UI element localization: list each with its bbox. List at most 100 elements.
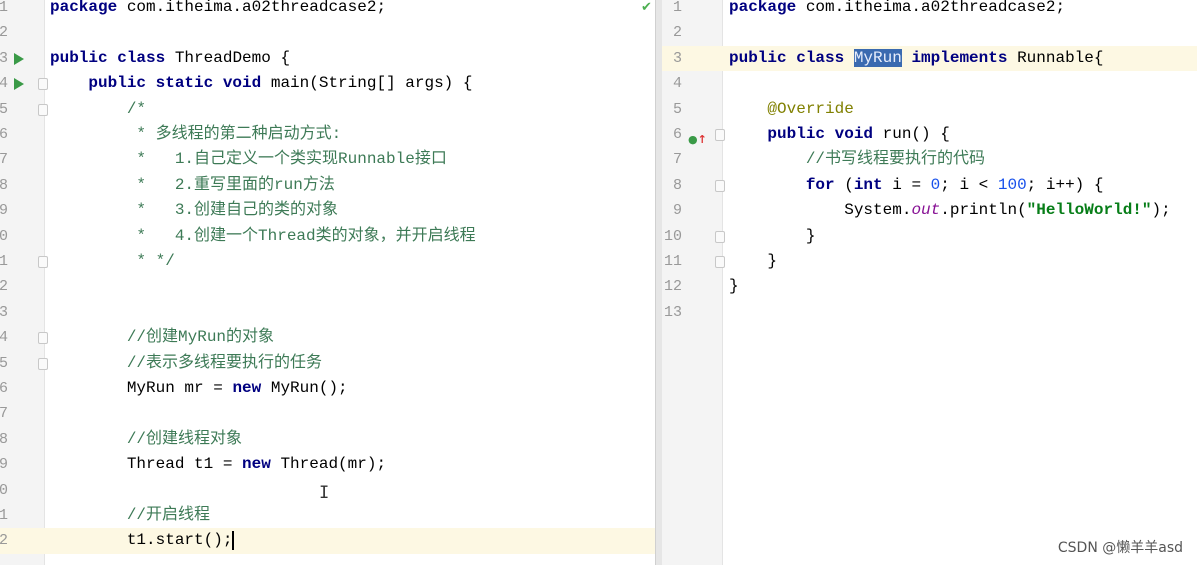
code-token: run() {	[882, 125, 950, 143]
code-line[interactable]: 2	[0, 20, 656, 45]
line-number: 11	[0, 253, 8, 270]
fold-marker-icon[interactable]	[38, 357, 48, 370]
code-line[interactable]: 16 MyRun mr = new MyRun();	[0, 376, 656, 401]
line-number: 20	[0, 481, 8, 499]
fold-marker-icon[interactable]	[38, 103, 48, 116]
code-text[interactable]: * 1.自己定义一个类实现Runnable接口	[50, 147, 446, 172]
code-line[interactable]: 18 //创建线程对象	[0, 427, 656, 452]
run-gutter-icon[interactable]	[14, 52, 24, 65]
code-line[interactable]: 3 public class MyRun implements Runnable{	[662, 45, 1197, 72]
code-text[interactable]: //创建线程对象	[50, 427, 242, 452]
line-number: 16	[0, 380, 8, 397]
code-text[interactable]: //表示多线程要执行的任务	[50, 351, 322, 376]
code-text[interactable]: * 3.创建自己的类的对象	[50, 198, 338, 223]
run-gutter-icon[interactable]	[14, 78, 24, 91]
code-text[interactable]: //创建MyRun的对象	[50, 325, 274, 350]
line-number: 3	[672, 49, 682, 67]
code-line[interactable]: 2	[662, 20, 1197, 45]
code-line[interactable]: 21 //开启线程	[0, 503, 656, 528]
code-text[interactable]: public class ThreadDemo {	[50, 46, 290, 71]
code-line[interactable]: 8 for (int i = 0; i < 100; i++) {	[662, 173, 1197, 198]
code-line[interactable]: 10 * 4.创建一个Thread类的对象，并开启线程	[0, 224, 656, 249]
code-line[interactable]: 9 * 3.创建自己的类的对象	[0, 198, 656, 223]
text-caret	[232, 530, 235, 550]
fold-marker-icon[interactable]	[38, 78, 48, 91]
code-text[interactable]: * 4.创建一个Thread类的对象，并开启线程	[50, 224, 476, 249]
code-line[interactable]: 8 * 2.重写里面的run方法	[0, 173, 656, 198]
code-text[interactable]: * 2.重写里面的run方法	[50, 173, 334, 198]
code-line[interactable]: 13	[0, 300, 656, 325]
fold-marker-icon[interactable]	[38, 256, 48, 268]
fold-marker-icon[interactable]	[715, 256, 725, 268]
code-text[interactable]: public static void main(String[] args) {	[50, 71, 472, 96]
code-token: package	[729, 0, 806, 16]
code-text[interactable]: }	[729, 224, 816, 249]
code-token: main(String[] args) {	[270, 74, 473, 93]
code-text[interactable]: }	[729, 274, 739, 299]
code-line[interactable]: 13	[662, 300, 1197, 325]
code-line[interactable]: 22 t1.start();	[0, 528, 656, 554]
code-token: out	[911, 201, 941, 220]
code-token: MyRun mr =	[50, 379, 233, 397]
fold-marker-icon[interactable]	[715, 129, 725, 141]
code-token: i =	[892, 175, 931, 194]
fold-marker-icon[interactable]	[715, 230, 725, 243]
code-line[interactable]: 12}	[662, 274, 1197, 299]
right-editor-myrun[interactable]: 1 package com.itheima.a02threadcase2; 2 3 pu…	[662, 0, 1197, 565]
code-line[interactable]: 10 }	[662, 224, 1197, 249]
line-number: 6	[672, 126, 682, 143]
code-text[interactable]: //书写线程要执行的代码	[729, 147, 985, 172]
code-line[interactable]: 1 package com.itheima.a02threadcase2;	[662, 0, 1197, 20]
code-line[interactable]: 14 //创建MyRun的对象	[0, 325, 656, 350]
code-line[interactable]: 19 Thread t1 = new Thread(mr);	[0, 452, 656, 477]
code-token: Thread t1 =	[50, 455, 243, 474]
code-text[interactable]: package com.itheima.a02threadcase2;	[50, 0, 386, 20]
code-text[interactable]: public class MyRun implements Runnable{	[729, 46, 1103, 71]
code-text[interactable]: System.out.println("HelloWorld!");	[729, 198, 1170, 223]
code-line[interactable]: 9 System.out.println("HelloWorld!");	[662, 198, 1197, 223]
code-line[interactable]: 4 public static void main(String[] args)…	[0, 71, 656, 96]
line-number: 8	[672, 176, 682, 194]
code-line[interactable]: 5 /*	[0, 97, 656, 122]
code-line[interactable]: 11 }	[662, 249, 1197, 274]
code-line[interactable]: 1 package com.itheima.a02threadcase2;	[0, 0, 656, 20]
code-text[interactable]: /*	[50, 97, 146, 122]
code-token: ; i <	[940, 175, 998, 194]
code-text[interactable]: public void run() {	[729, 122, 950, 147]
code-text[interactable]: for (int i = 0; i < 100; i++) {	[729, 173, 1104, 198]
code-text[interactable]: * 多线程的第二种启动方式:	[50, 122, 341, 147]
code-text[interactable]: Thread t1 = new Thread(mr);	[50, 452, 386, 477]
code-text[interactable]: * */	[50, 249, 174, 274]
code-line[interactable]: 7 //书写线程要执行的代码	[662, 147, 1197, 172]
code-line[interactable]: 11 * */	[0, 249, 656, 274]
editor-splitter[interactable]	[655, 0, 662, 565]
code-token: com.itheima.a02threadcase2;	[126, 0, 387, 16]
code-line[interactable]: 4	[662, 71, 1197, 96]
code-line[interactable]: 7 * 1.自己定义一个类实现Runnable接口	[0, 147, 656, 172]
code-token: public void	[729, 125, 883, 143]
code-line[interactable]: 12	[0, 274, 656, 299]
code-text[interactable]: //开启线程	[50, 503, 210, 528]
code-line[interactable]: 6 ●↑ public void run() {	[662, 122, 1197, 147]
code-text[interactable]: @Override	[729, 97, 853, 122]
code-token: MyRun();	[270, 379, 348, 397]
code-text[interactable]: MyRun mr = new MyRun();	[50, 376, 348, 401]
fold-marker-icon[interactable]	[715, 179, 725, 192]
code-text[interactable]: package com.itheima.a02threadcase2;	[729, 0, 1065, 20]
left-editor-threaddemo[interactable]: 1 package com.itheima.a02threadcase2; 2 3 pu…	[0, 0, 656, 565]
code-line[interactable]: 6 * 多线程的第二种启动方式:	[0, 122, 656, 147]
line-number: 7	[0, 151, 8, 169]
fold-marker-icon[interactable]	[38, 332, 48, 345]
code-line[interactable]: 17	[0, 401, 656, 426]
code-token: * 4.创建一个Thread类的对象，并开启线程	[50, 226, 476, 245]
code-text[interactable]: t1.start();	[50, 528, 235, 553]
code-line[interactable]: 3 public class ThreadDemo {	[0, 46, 656, 71]
line-number: 10	[0, 227, 8, 245]
code-text[interactable]: }	[729, 249, 777, 274]
code-token: }	[729, 252, 778, 270]
line-number: 17	[0, 405, 8, 423]
line-number: 10	[663, 227, 682, 245]
code-line[interactable]: 15 //表示多线程要执行的任务	[0, 351, 656, 376]
code-line[interactable]: 5 @Override	[662, 97, 1197, 122]
